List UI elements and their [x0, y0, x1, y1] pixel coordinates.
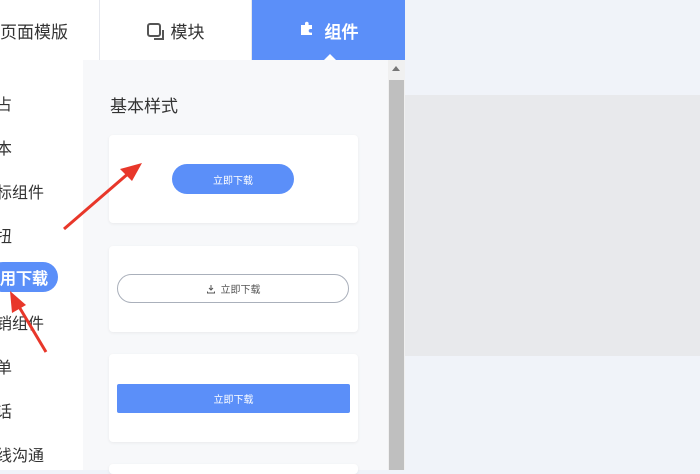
scroll-thumb[interactable] [389, 80, 404, 470]
sidebar-item-1[interactable]: 本 [0, 135, 12, 159]
download-button-label: 立即下载 [220, 285, 261, 296]
sidebar-item-3[interactable]: 扭 [0, 223, 12, 247]
download-button-label: 立即下载 [213, 395, 254, 406]
sidebar-item-0[interactable]: 占 [0, 91, 12, 115]
style-card-pill[interactable]: 立即下载 [109, 135, 358, 223]
download-icon [206, 284, 216, 294]
scroll-up-arrow-icon[interactable] [392, 66, 400, 71]
sidebar-item-8[interactable]: 线沟通 [0, 442, 44, 466]
style-card-outline[interactable]: 立即下载 [109, 246, 358, 332]
sidebar-item-6[interactable]: 单 [0, 354, 12, 378]
download-button-outline[interactable]: 立即下载 [117, 274, 349, 303]
tab-page-templates[interactable]: 页面模版 [0, 0, 100, 60]
section-title: 基本样式 [110, 97, 178, 117]
sidebar-item-7[interactable]: 话 [0, 398, 12, 422]
download-button-pill[interactable]: 立即下载 [172, 164, 294, 194]
puzzle-piece-icon [299, 20, 315, 41]
download-button-label: 立即下载 [213, 175, 253, 187]
sidebar-item-app-download[interactable]: 用下载 [0, 262, 59, 292]
download-button-rect[interactable]: 立即下载 [117, 384, 350, 413]
tab-modules-label: 模块 [170, 22, 205, 43]
style-card-partial[interactable] [109, 464, 358, 474]
tab-components[interactable]: 组件 [252, 0, 405, 61]
sidebar-item-2[interactable]: 标组件 [0, 179, 44, 203]
tab-modules[interactable]: 模块 [100, 0, 252, 60]
sidebar-item-5[interactable]: 销组件 [0, 310, 44, 334]
top-tab-bar: 页面模版 模块 组件 [0, 0, 405, 61]
panel-scrollbar[interactable] [388, 60, 405, 470]
style-card-rect[interactable]: 立即下载 [109, 354, 358, 442]
module-square-icon [146, 23, 164, 40]
canvas-top-area [405, 0, 700, 95]
tab-components-label: 组件 [324, 22, 359, 43]
component-style-panel: 基本样式 立即下载 立即下载 立即下载 [83, 60, 388, 474]
canvas-bottom-area [405, 356, 700, 470]
canvas-placeholder-block [405, 95, 700, 356]
tab-page-templates-label: 页面模版 [0, 22, 68, 43]
component-category-sidebar: 占 本 标组件 扭 用下载 销组件 单 话 线沟通 [0, 60, 83, 470]
